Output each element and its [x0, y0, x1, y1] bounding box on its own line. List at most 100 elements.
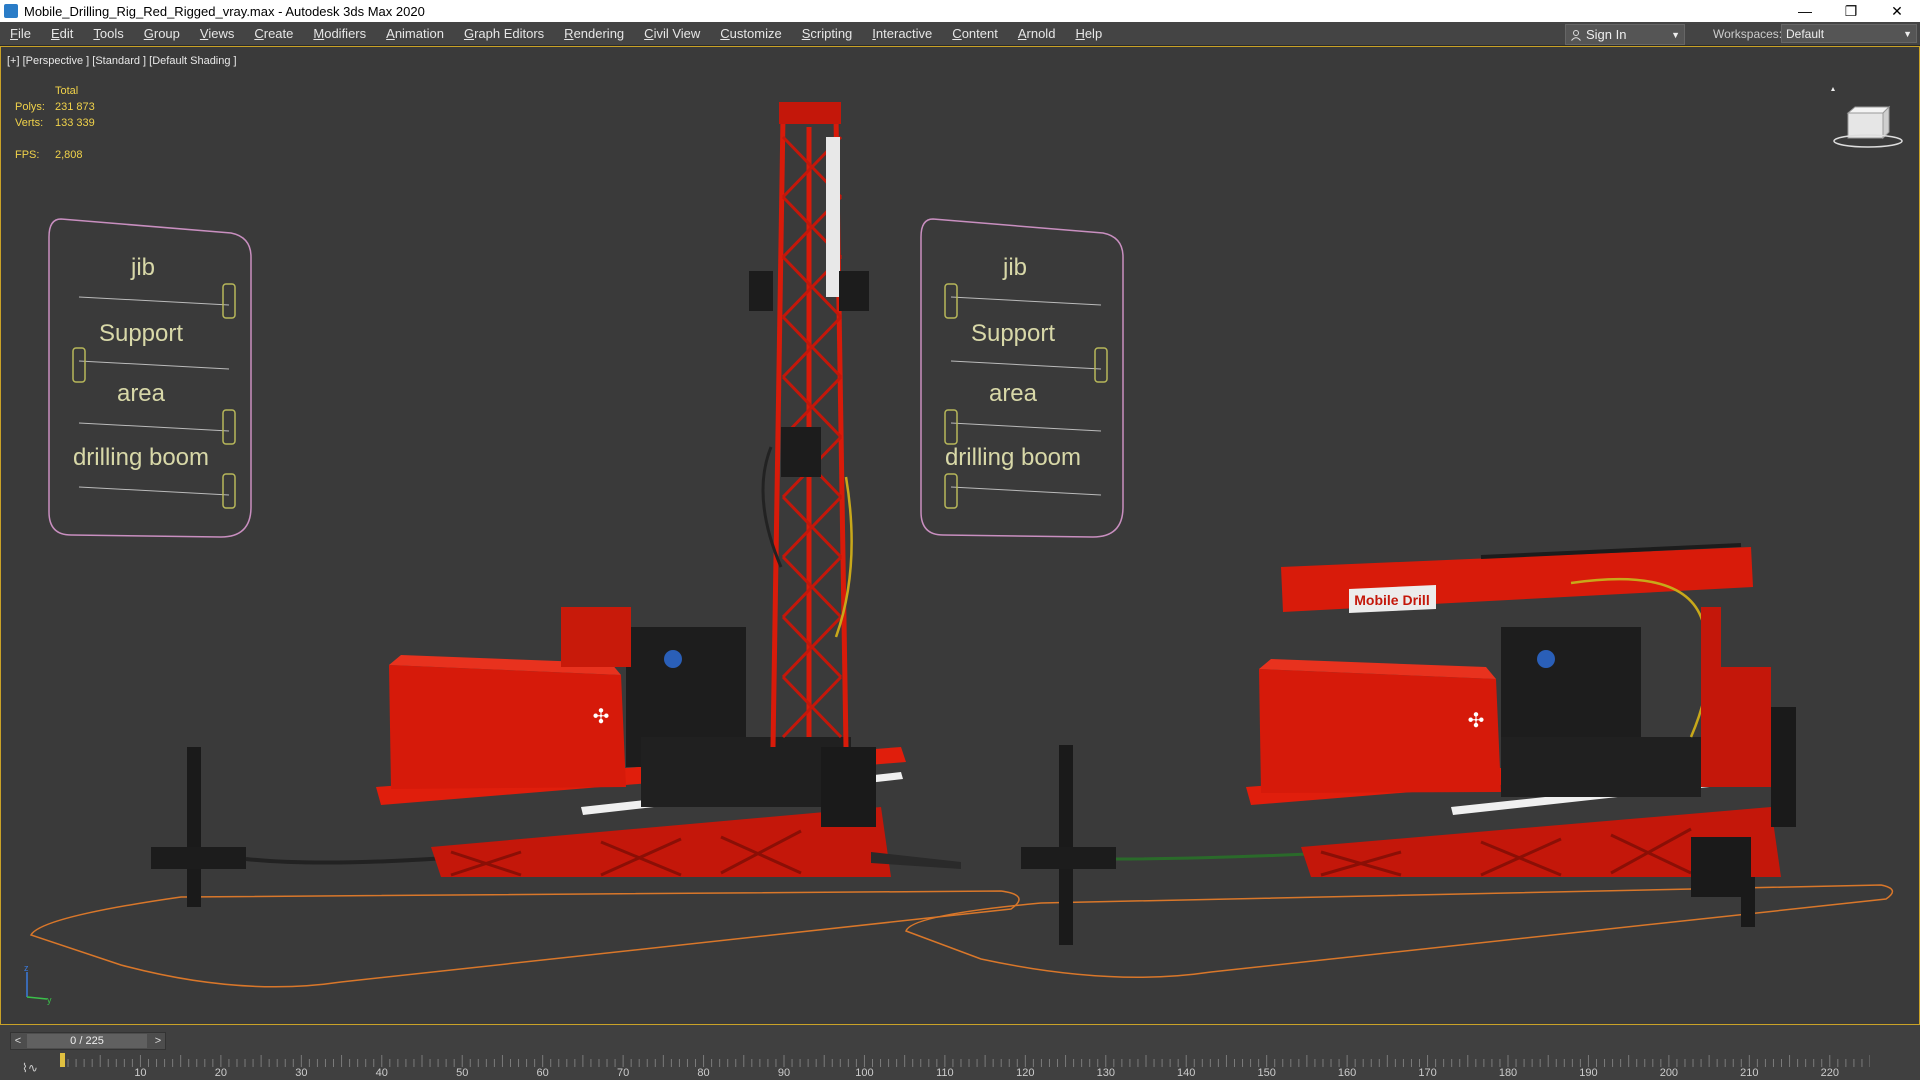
- user-icon: [1571, 29, 1581, 41]
- ruler-tick-label: 150: [1257, 1067, 1276, 1079]
- verts-label: Verts:: [15, 117, 44, 129]
- menu-animation[interactable]: Animation: [376, 22, 454, 45]
- control-panel-left: jib Support area drilling boom: [48, 218, 252, 538]
- ctrl-label-area: area: [989, 380, 1038, 407]
- sign-in-dropdown[interactable]: Sign In ▼: [1565, 24, 1685, 45]
- ruler-tick-label: 40: [375, 1067, 388, 1079]
- ruler-tick-label: 140: [1177, 1067, 1196, 1079]
- ruler-tick-label: 190: [1579, 1067, 1598, 1079]
- drilling-rig-right[interactable]: ✣ Mobile Drill: [1021, 543, 1796, 945]
- ruler-tick-label: 70: [616, 1067, 630, 1079]
- axis-tripod-icon: z y: [24, 963, 52, 1005]
- ruler-tick-label: 60: [536, 1067, 549, 1079]
- slider-handle-area[interactable]: [944, 409, 958, 445]
- track-bar-ruler[interactable]: 10 20 30 40 50 60 70 80 90 100 110 120 130 140 150 160 1…: [60, 1053, 1870, 1080]
- workspaces-value: Default: [1786, 27, 1825, 41]
- minimize-button[interactable]: —: [1782, 0, 1828, 22]
- menu-interactive[interactable]: Interactive: [862, 22, 942, 45]
- stats-header: Total: [55, 85, 79, 97]
- ruler-tick-label: 10: [134, 1067, 147, 1079]
- title-bar: Mobile_Drilling_Rig_Red_Rigged_vray.max …: [0, 0, 1920, 22]
- prev-frame-button[interactable]: <: [11, 1035, 25, 1047]
- rig-logo-mark: ✣: [1468, 710, 1485, 732]
- window-title: Mobile_Drilling_Rig_Red_Rigged_vray.max …: [24, 3, 425, 19]
- ruler-tick-label: 30: [295, 1067, 308, 1079]
- curve-editor-toggle-icon[interactable]: ⌇∿: [22, 1061, 38, 1075]
- menu-civil-view[interactable]: Civil View: [634, 22, 710, 45]
- current-frame-marker[interactable]: [60, 1053, 65, 1067]
- next-frame-button[interactable]: >: [151, 1035, 165, 1047]
- ruler-tick-label: 160: [1337, 1067, 1357, 1079]
- app-icon: [4, 4, 18, 18]
- menu-group[interactable]: Group: [134, 22, 190, 45]
- ruler-ticks: [60, 1055, 1870, 1067]
- menu-create[interactable]: Create: [244, 22, 303, 45]
- menu-scripting[interactable]: Scripting: [792, 22, 863, 45]
- slider-handle-area[interactable]: [222, 409, 236, 445]
- statistics-overlay: Total Polys: 231 873 Verts: 133 339 FPS: 2,…: [15, 85, 95, 165]
- menu-graph-editors[interactable]: Graph Editors: [454, 22, 554, 45]
- ctrl-label-support: Support: [99, 320, 183, 347]
- ctrl-label-jib: jib: [130, 254, 155, 281]
- verts-value: 133 339: [55, 117, 95, 129]
- chevron-down-icon: ▼: [1903, 29, 1912, 39]
- menu-content[interactable]: Content: [942, 22, 1008, 45]
- svg-text:z: z: [24, 963, 29, 973]
- ruler-tick-label: 100: [855, 1067, 874, 1079]
- menu-rendering[interactable]: Rendering: [554, 22, 634, 45]
- viewcube-icon[interactable]: [1823, 83, 1903, 153]
- viewport-label-menu[interactable]: [+] [Perspective ] [Standard ] [Default …: [7, 55, 237, 67]
- time-slider-bar: < 0 / 225 > ⌇∿ 10 20 30 40 50 60 70 80 90 100 110 1…: [0, 1025, 1920, 1080]
- ruler-tick-label: 80: [697, 1067, 710, 1079]
- ruler-tick-label: 50: [456, 1067, 469, 1079]
- ruler-tick-label: 210: [1740, 1067, 1759, 1079]
- ctrl-label-support: Support: [971, 320, 1055, 347]
- slider-handle-jib[interactable]: [944, 283, 958, 319]
- slider-handle-jib[interactable]: [222, 283, 236, 319]
- slider-handle-support[interactable]: [72, 347, 86, 383]
- close-button[interactable]: ✕: [1874, 0, 1920, 22]
- fps-value: 2,808: [55, 149, 83, 161]
- ruler-tick-label: 90: [777, 1067, 791, 1079]
- svg-text:y: y: [47, 995, 52, 1005]
- chevron-down-icon: ▼: [1671, 29, 1680, 40]
- ruler-tick-label: 170: [1418, 1067, 1437, 1079]
- drilling-rig-left[interactable]: ✣: [151, 102, 961, 907]
- ruler-tick-label: 220: [1820, 1067, 1839, 1079]
- ctrl-label-drilling-boom: drilling boom: [73, 444, 209, 471]
- ctrl-label-drilling-boom: drilling boom: [945, 444, 1081, 471]
- menu-help[interactable]: Help: [1065, 22, 1112, 45]
- time-slider-thumb[interactable]: 0 / 225: [27, 1034, 147, 1048]
- control-panel-right: jib Support area drilling boom: [920, 218, 1124, 538]
- time-slider[interactable]: < 0 / 225 >: [10, 1032, 166, 1050]
- perspective-viewport[interactable]: jib Support area drilling boom jib Suppo…: [0, 46, 1920, 1025]
- polys-value: 231 873: [55, 101, 95, 113]
- menu-tools[interactable]: Tools: [83, 22, 133, 45]
- ruler-tick-label: 20: [214, 1067, 227, 1079]
- menu-modifiers[interactable]: Modifiers: [303, 22, 376, 45]
- rig-logo-text: Mobile Drill: [1354, 592, 1429, 608]
- rig-logo-mark: ✣: [593, 706, 610, 728]
- ruler-tick-label: 130: [1096, 1067, 1115, 1079]
- ctrl-label-area: area: [117, 380, 166, 407]
- scene-canvas[interactable]: jib Support area drilling boom jib Suppo…: [1, 47, 1920, 1025]
- menu-edit[interactable]: Edit: [41, 22, 83, 45]
- workspaces-label: Workspaces:: [1713, 27, 1783, 41]
- menu-customize[interactable]: Customize: [710, 22, 791, 45]
- menu-file[interactable]: File: [0, 22, 41, 45]
- slider-handle-drilling-boom[interactable]: [944, 473, 958, 509]
- ruler-tick-label: 200: [1659, 1067, 1679, 1079]
- restore-button[interactable]: ❐: [1828, 0, 1874, 22]
- sign-in-label: Sign In: [1586, 27, 1627, 42]
- ruler-tick-label: 110: [936, 1067, 954, 1079]
- workspaces-select[interactable]: Default ▼: [1781, 24, 1917, 43]
- polys-label: Polys:: [15, 101, 45, 113]
- ground-outline-left: [29, 890, 1020, 988]
- ruler-tick-label: 120: [1016, 1067, 1035, 1079]
- slider-handle-drilling-boom[interactable]: [222, 473, 236, 509]
- slider-handle-support[interactable]: [1094, 347, 1108, 383]
- menu-views[interactable]: Views: [190, 22, 244, 45]
- window-controls: — ❐ ✕: [1782, 0, 1920, 22]
- ctrl-label-jib: jib: [1002, 254, 1027, 281]
- menu-arnold[interactable]: Arnold: [1008, 22, 1066, 45]
